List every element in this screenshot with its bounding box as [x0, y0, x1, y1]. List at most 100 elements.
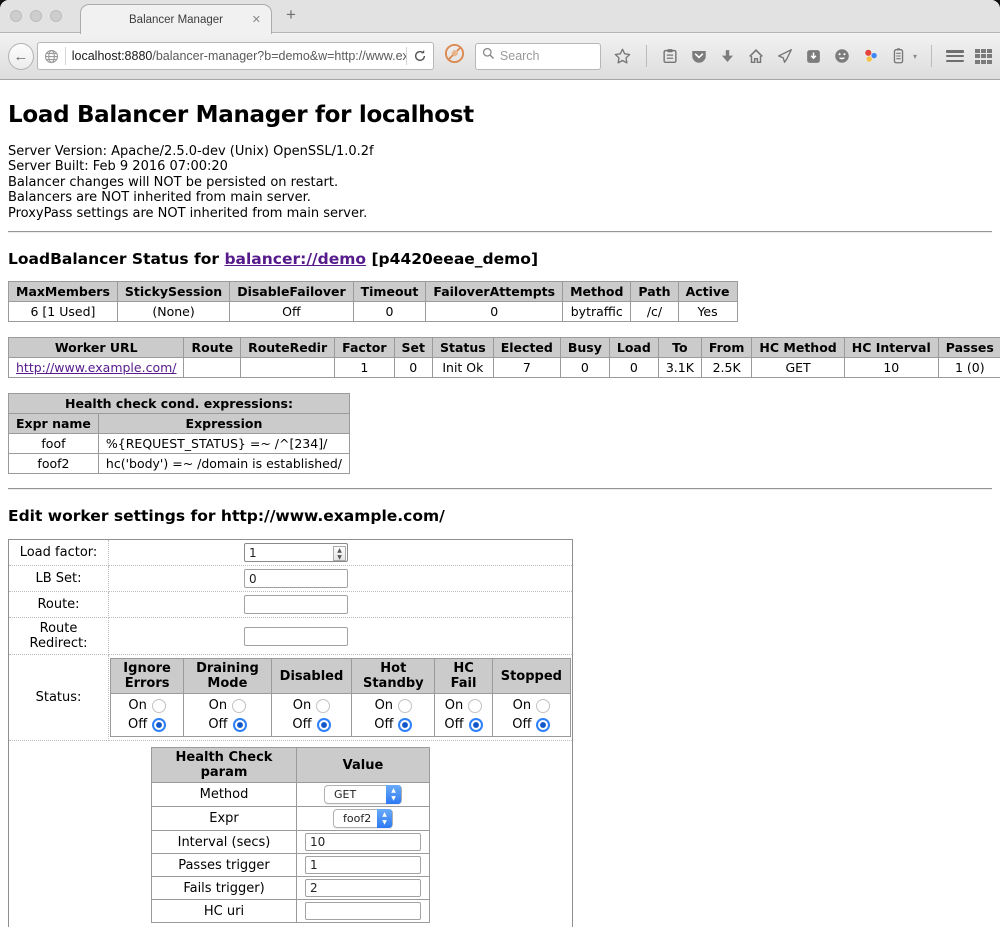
- selected-value: foof2: [343, 812, 371, 825]
- route-input[interactable]: [244, 595, 348, 614]
- divider: [931, 45, 932, 67]
- download-icon[interactable]: [719, 48, 736, 65]
- search-input[interactable]: [500, 49, 590, 63]
- column-header: DisableFailover: [230, 282, 353, 302]
- cell-method: bytraffic: [563, 302, 631, 322]
- notice-line: ProxyPass settings are NOT inherited fro…: [8, 206, 992, 221]
- heading-text: LoadBalancer Status for: [8, 250, 224, 268]
- hc-expressions-table: Health check cond. expressions: Expr nam…: [8, 393, 350, 474]
- navigation-toolbar: ← localhost:8880/balancer-manager?b=demo…: [0, 33, 1000, 80]
- method-select[interactable]: GET▲▼: [324, 785, 402, 804]
- page-title: Load Balancer Manager for localhost: [8, 80, 992, 128]
- edit-worker-form: Load factor: ▲▼ LB Set: Route: Route Red…: [8, 539, 573, 927]
- ignore-errors-on-radio[interactable]: [152, 699, 166, 713]
- reload-button[interactable]: [407, 43, 433, 69]
- cell-maxmembers: 6 [1 Used]: [9, 302, 118, 322]
- form-row-route: Route:: [9, 592, 573, 618]
- cell-status: Init Ok: [433, 358, 494, 378]
- interval-input[interactable]: [305, 833, 421, 851]
- field-label: Load factor:: [9, 540, 109, 566]
- field-label: LB Set:: [9, 566, 109, 592]
- stopped-off-radio[interactable]: [536, 718, 550, 732]
- cell-factor: 1: [335, 358, 394, 378]
- cell-route: [184, 358, 241, 378]
- column-header: To: [658, 338, 701, 358]
- notice-line: Balancer changes will NOT be persisted o…: [8, 175, 992, 190]
- column-header: Active: [678, 282, 737, 302]
- back-button[interactable]: ←: [8, 43, 34, 70]
- cell-expr-name: foof: [9, 434, 99, 454]
- column-header: Route: [184, 338, 241, 358]
- balancer-demo-link[interactable]: balancer://demo: [224, 250, 366, 268]
- server-version: Server Version: Apache/2.5.0-dev (Unix) …: [8, 144, 992, 159]
- url-text[interactable]: localhost:8880/balancer-manager?b=demo&w…: [66, 49, 406, 63]
- hc-fail-off-radio[interactable]: [469, 718, 483, 732]
- status-table: Ignore Errors Draining Mode Disabled Hot…: [110, 658, 571, 737]
- home-icon[interactable]: [747, 47, 765, 65]
- pocket-icon[interactable]: [690, 47, 708, 65]
- field-label: Expr: [152, 807, 297, 831]
- tab-balancer-manager[interactable]: Balancer Manager ✕: [80, 4, 272, 34]
- hot-standby-on-radio[interactable]: [398, 699, 412, 713]
- number-spinner[interactable]: ▲▼: [333, 546, 346, 561]
- zoom-window-button[interactable]: [50, 10, 62, 22]
- passes-input[interactable]: [305, 856, 421, 874]
- square-download-icon[interactable]: [805, 48, 822, 65]
- draining-mode-off-radio[interactable]: [233, 718, 247, 732]
- close-window-button[interactable]: [10, 10, 22, 22]
- hc-fail-on-radio[interactable]: [468, 699, 482, 713]
- bookmark-star-icon[interactable]: [613, 47, 632, 66]
- divider: [646, 45, 647, 67]
- content-blocker-icon[interactable]: [444, 43, 465, 69]
- hc-uri-input[interactable]: [305, 902, 421, 920]
- health-check-table: Health Check param Value Method GET▲▼ Ex…: [151, 747, 430, 923]
- site-identity-icon[interactable]: [38, 43, 65, 69]
- url-bar[interactable]: localhost:8880/balancer-manager?b=demo&w…: [37, 42, 434, 70]
- radio-label: Off: [512, 715, 531, 734]
- smiley-icon[interactable]: [833, 47, 851, 65]
- grid-icon[interactable]: [975, 49, 992, 64]
- table-row: Fails trigger): [152, 877, 430, 900]
- route-redirect-input[interactable]: [244, 627, 348, 646]
- ignore-errors-off-radio[interactable]: [152, 718, 166, 732]
- column-header: Method: [563, 282, 631, 302]
- column-header: Worker URL: [9, 338, 184, 358]
- field-label: Interval (secs): [152, 831, 297, 854]
- column-header: RouteRedir: [241, 338, 335, 358]
- server-built: Server Built: Feb 9 2016 07:00:20: [8, 159, 992, 174]
- notice-line: Balancers are NOT inherited from main se…: [8, 190, 992, 205]
- radio-label: Off: [208, 715, 227, 734]
- radio-label: On: [209, 696, 227, 715]
- hot-standby-off-radio[interactable]: [398, 718, 412, 732]
- radio-label: Off: [128, 715, 147, 734]
- minimize-window-button[interactable]: [30, 10, 42, 22]
- worker-url-link[interactable]: http://www.example.com/: [16, 360, 176, 375]
- fails-input[interactable]: [305, 879, 421, 897]
- cell-from: 2.5K: [701, 358, 752, 378]
- colored-dots-icon[interactable]: [862, 47, 880, 65]
- disabled-on-radio[interactable]: [316, 699, 330, 713]
- url-domain: localhost:8880: [72, 49, 153, 63]
- send-icon[interactable]: [776, 47, 794, 65]
- expr-select[interactable]: foof2▲▼: [333, 809, 393, 828]
- field-label: Method: [152, 783, 297, 807]
- stopped-on-radio[interactable]: [536, 699, 550, 713]
- bookmarks-panel-icon[interactable]: [661, 47, 679, 65]
- dropdown-caret-icon[interactable]: ▾: [913, 52, 917, 61]
- column-header: Stopped: [492, 659, 570, 694]
- column-header: Expr name: [9, 414, 99, 434]
- draining-mode-on-radio[interactable]: [232, 699, 246, 713]
- radio-label: On: [128, 696, 146, 715]
- browser-window: Balancer Manager ✕ + ← localhost:8880/ba…: [0, 0, 1000, 927]
- column-header: HC Interval: [844, 338, 938, 358]
- lb-set-input[interactable]: [244, 569, 348, 588]
- search-bar[interactable]: [475, 43, 601, 70]
- divider: [8, 231, 992, 233]
- new-tab-button[interactable]: +: [286, 5, 296, 25]
- tab-close-icon[interactable]: ✕: [252, 13, 261, 26]
- table-row: foof2 hc('body') =~ /domain is establish…: [9, 454, 350, 474]
- menu-icon[interactable]: [946, 50, 964, 62]
- battery-icon[interactable]: [891, 47, 906, 65]
- balancer-status-table: MaxMembers StickySession DisableFailover…: [8, 281, 738, 322]
- disabled-off-radio[interactable]: [317, 718, 331, 732]
